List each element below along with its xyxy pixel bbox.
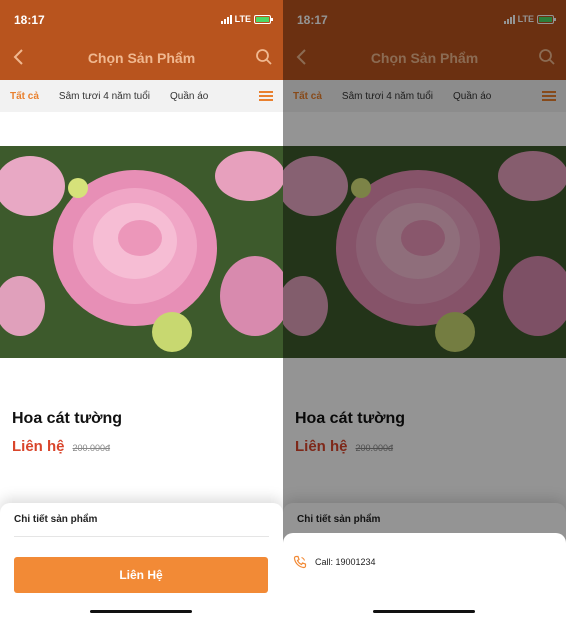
detail-sheet: Chi tiết sản phẩm Liên Hệ: [0, 503, 283, 619]
product-image: [0, 146, 283, 358]
search-icon[interactable]: [255, 48, 273, 66]
product-screen-dimmed: 18:17 LTE Chọn Sản Phẩm Tất cả Sâm tươi …: [283, 0, 566, 619]
detail-title: Chi tiết sản phẩm: [14, 514, 98, 525]
status-time: 18:17: [14, 13, 45, 27]
price-label: Liên hệ: [12, 438, 65, 455]
phone-icon: [293, 555, 307, 569]
tab-clothes[interactable]: Quần áo: [160, 91, 218, 102]
home-indicator: [90, 610, 192, 613]
divider: [14, 536, 269, 537]
status-indicators: LTE: [220, 14, 273, 24]
network-label: LTE: [234, 14, 251, 24]
page-title: Chọn Sản Phẩm: [87, 50, 196, 66]
contact-button[interactable]: Liên Hệ: [14, 557, 268, 593]
tab-all[interactable]: Tất cả: [0, 91, 49, 102]
menu-icon[interactable]: [259, 91, 273, 101]
home-indicator: [373, 610, 475, 613]
old-price: 200.000đ: [72, 443, 111, 453]
dim-overlay[interactable]: [283, 0, 566, 619]
call-label: Call: 19001234: [315, 557, 376, 567]
back-arrow-icon[interactable]: [10, 48, 28, 66]
signal-icon: [220, 14, 232, 24]
product-screen: 18:17 LTE Chọn Sản Phẩm Tất cả Sâm tươi …: [0, 0, 283, 619]
category-tabs: Tất cả Sâm tươi 4 năm tuổi Quần áo: [0, 80, 283, 112]
call-option[interactable]: Call: 19001234: [293, 555, 376, 569]
product-name: Hoa cát tường: [12, 410, 123, 427]
price-row: Liên hệ 200.000đ: [12, 438, 110, 455]
tab-ginseng[interactable]: Sâm tươi 4 năm tuổi: [49, 91, 160, 102]
action-sheet: Call: 19001234: [283, 533, 566, 619]
battery-icon: [254, 14, 273, 24]
status-bar: 18:17 LTE: [0, 0, 283, 36]
nav-bar: Chọn Sản Phẩm: [0, 36, 283, 80]
